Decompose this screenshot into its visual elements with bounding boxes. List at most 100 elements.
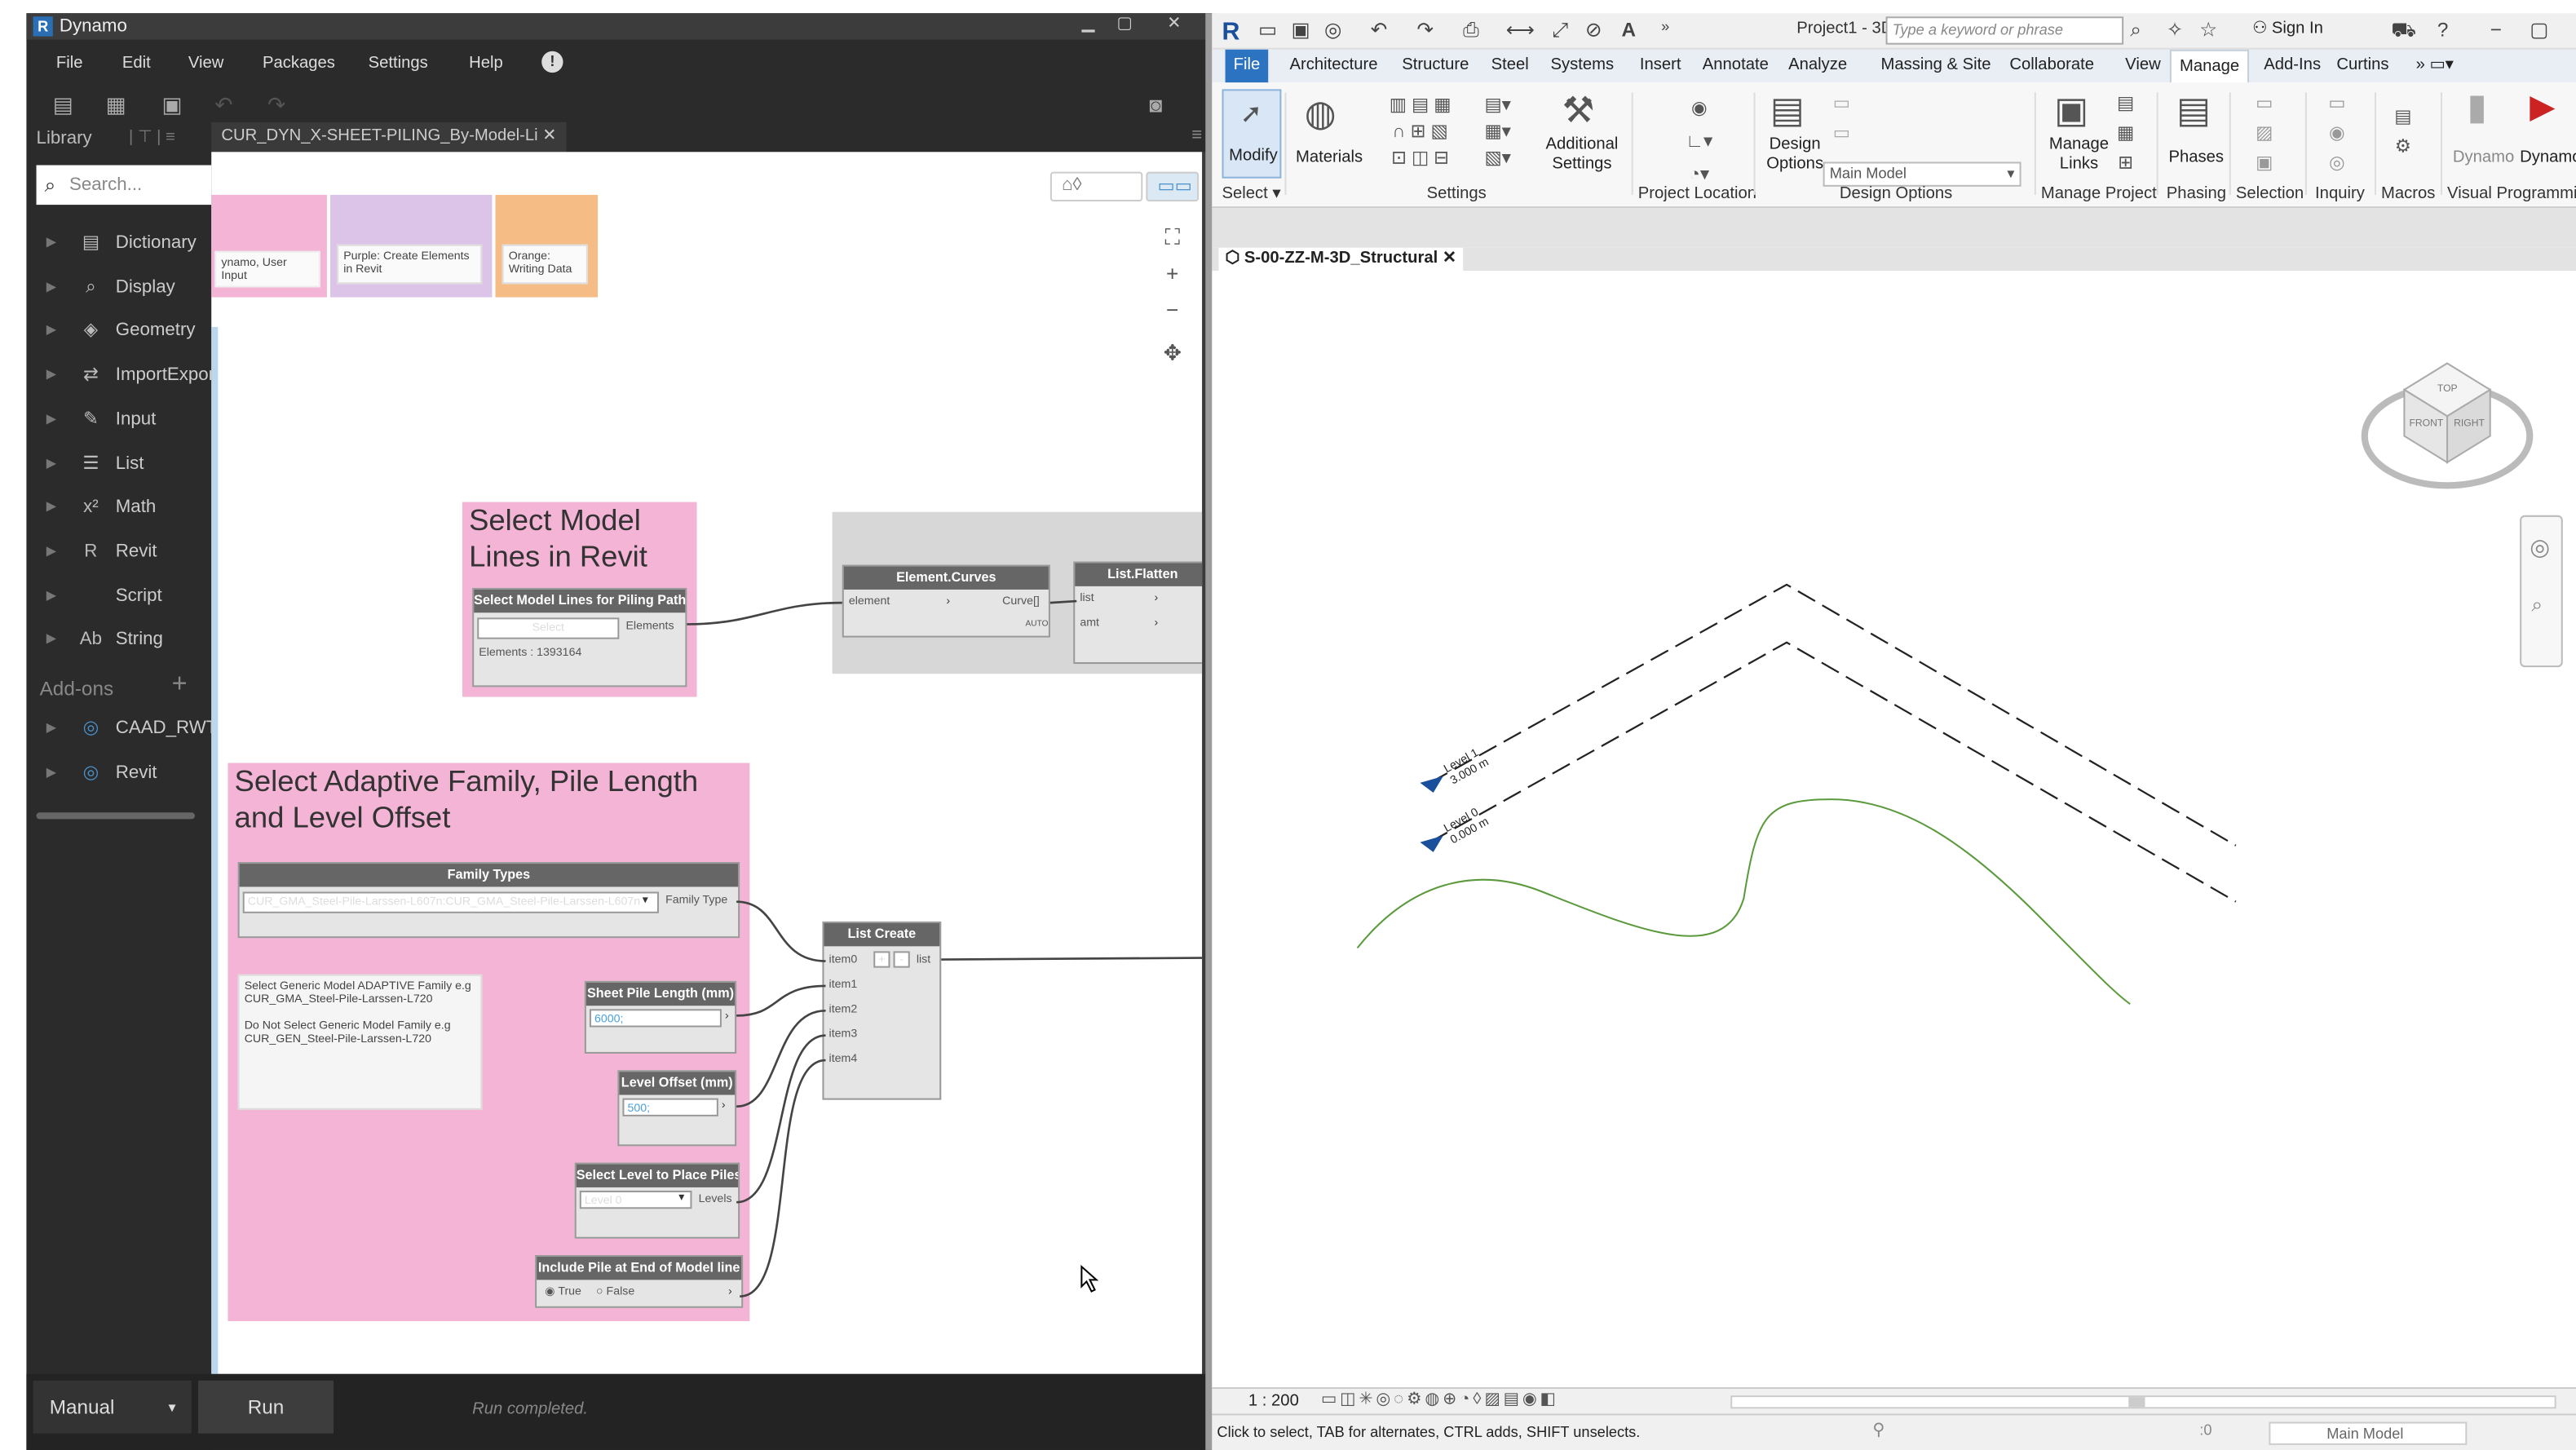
menu-edit[interactable]: Edit xyxy=(122,55,151,73)
tag-icon[interactable]: ⊘ xyxy=(1585,18,1602,41)
revit-search-input[interactable]: Type a keyword or phrase xyxy=(1885,16,2124,45)
manage-links-icon[interactable]: ▣ xyxy=(2054,89,2088,132)
ribbon-tab-collaborate[interactable]: Collaborate xyxy=(2001,50,2102,83)
run-mode-select[interactable]: Manual ▾ xyxy=(33,1380,192,1434)
level-1-marker-icon[interactable] xyxy=(1420,776,1443,794)
menu-settings[interactable]: Settings xyxy=(369,55,428,73)
menu-help[interactable]: Help xyxy=(469,55,503,73)
expand-arrow-icon[interactable]: ▶ xyxy=(46,309,56,352)
library-item-display[interactable]: ▶ ⌕ Display xyxy=(29,265,211,308)
favorites-icon[interactable]: ☆ xyxy=(2199,18,2217,41)
library-item-math[interactable]: ▶ x² Math xyxy=(29,486,211,529)
horizontal-scrollbar[interactable] xyxy=(1730,1395,2556,1409)
expand-arrow-icon[interactable]: ▶ xyxy=(46,530,56,573)
settings-dropdown-icons[interactable]: ▤▾ ▦▾ ▧▾ xyxy=(1473,92,1522,171)
close-icon[interactable]: ✕ xyxy=(1160,13,1189,36)
additional-settings-label[interactable]: Additional Settings xyxy=(1535,135,1628,175)
group-select[interactable]: Select ▾ xyxy=(1222,185,1281,203)
phases-label[interactable]: Phases xyxy=(2163,148,2229,168)
expand-arrow-icon[interactable]: ▶ xyxy=(46,265,56,308)
run-button[interactable]: Run xyxy=(198,1380,334,1434)
save-icon[interactable]: ▣ xyxy=(161,92,182,118)
undo-icon[interactable]: ↶ xyxy=(1371,18,1387,41)
inquiry-icons[interactable]: ▭ ◉ ◎ xyxy=(2328,89,2345,178)
main-model-select[interactable]: Main Model ▾ xyxy=(1823,161,2021,187)
redo-icon[interactable]: ↷ xyxy=(1416,18,1433,41)
ribbon-tab-architecture[interactable]: Architecture xyxy=(1281,50,1385,83)
undo-icon[interactable]: ↶ xyxy=(214,92,232,118)
addon-item-caad_rwth[interactable]: ▶ ◎ CAAD_RWTH xyxy=(29,707,212,750)
ribbon-tab-file[interactable]: File xyxy=(1225,49,1269,83)
binoculars-icon[interactable]: ⌕ xyxy=(2130,18,2141,42)
sign-in[interactable]: ⚇ Sign In xyxy=(2252,20,2323,38)
save-icon[interactable]: ▣ xyxy=(1292,18,1310,41)
measure-icon[interactable]: ⟷ xyxy=(1506,18,1535,41)
library-item-dictionary[interactable]: ▶ ▤ Dictionary xyxy=(29,221,211,264)
library-scrollbar[interactable] xyxy=(36,812,195,820)
library-item-revit[interactable]: ▶ R Revit xyxy=(29,530,211,573)
expand-arrow-icon[interactable]: ▶ xyxy=(46,354,56,397)
open-icon[interactable]: ▭ xyxy=(1258,18,1277,41)
tab-menu-icon[interactable]: ≡ xyxy=(1191,126,1202,145)
new-file-icon[interactable]: ▤ xyxy=(53,92,73,118)
wrench-icon[interactable]: ⚒ xyxy=(1562,89,1595,132)
help-icon[interactable]: ? xyxy=(2437,18,2449,41)
ribbon-tab-steel[interactable]: Steel xyxy=(1482,50,1536,83)
minimize-icon[interactable]: − xyxy=(2490,18,2502,41)
selection-icons[interactable]: ▭ ▨ ▣ xyxy=(2256,89,2273,178)
library-item-geometry[interactable]: ▶ ◈ Geometry xyxy=(29,309,211,352)
design-options-icon[interactable]: ▤ xyxy=(1770,89,1805,132)
library-item-script[interactable]: ▶ Script xyxy=(29,574,211,617)
macros-icons[interactable]: ▤ ⚙ xyxy=(2394,103,2411,162)
project-tools-icons[interactable]: ▤ ▦ ⊞ xyxy=(2117,89,2134,178)
close-tab-icon[interactable]: ✕ xyxy=(542,127,556,145)
dynamo-player-icon[interactable]: ▶ xyxy=(2530,86,2555,127)
revit-logo-icon[interactable]: R xyxy=(1222,18,1248,46)
redo-icon[interactable]: ↷ xyxy=(267,92,285,118)
level-0-marker-icon[interactable] xyxy=(1420,835,1443,852)
expand-arrow-icon[interactable]: ▶ xyxy=(46,618,56,661)
library-search-input[interactable]: ⌕ Search... xyxy=(36,165,212,206)
worksets-icon[interactable]: ⚲ xyxy=(1872,1422,1885,1440)
open-file-icon[interactable]: ▦ xyxy=(106,92,126,118)
steering-wheel-icon[interactable]: ◎ xyxy=(2530,533,2550,561)
notification-icon[interactable]: ! xyxy=(541,51,563,73)
expand-arrow-icon[interactable]: ▶ xyxy=(46,751,56,794)
library-item-string[interactable]: ▶ Ab String xyxy=(29,618,211,661)
menu-file[interactable]: File xyxy=(56,55,83,73)
expand-arrow-icon[interactable]: ▶ xyxy=(46,221,56,264)
ribbon-tab-add-ins[interactable]: Add-Ins xyxy=(2256,50,2329,83)
expand-arrow-icon[interactable]: ▶ xyxy=(46,574,56,617)
expand-arrow-icon[interactable]: ▶ xyxy=(46,442,56,485)
menu-packages[interactable]: Packages xyxy=(263,55,335,73)
zoom-icon[interactable]: ⌕ xyxy=(2531,593,2543,617)
library-item-importexport[interactable]: ▶ ⇄ ImportExport xyxy=(29,354,212,397)
text-icon[interactable]: A xyxy=(1622,18,1637,41)
location-icons[interactable]: ◉ ∟▾ ◔▾ xyxy=(1674,92,1724,192)
addon-item-revit[interactable]: ▶ ◎ Revit xyxy=(29,751,211,794)
settings-icons-grid[interactable]: ▥ ▤ ▦ ∩ ⊞ ▧ ⊡ ◫ ⊟ xyxy=(1371,92,1470,171)
viewcube[interactable]: TOP FRONT RIGHT xyxy=(2361,362,2534,489)
view-control-icons[interactable]: ▭◫✳◎◌⚙◍⊕◔◊▨▤◉◧ xyxy=(1321,1390,1559,1408)
ribbon-tab-massing-site[interactable]: Massing & Site xyxy=(1872,50,1999,83)
cart-icon[interactable]: ⛟ xyxy=(2391,18,2416,44)
ribbon-overflow-icon[interactable]: » ▭▾ xyxy=(2407,50,2461,83)
ribbon-tab-manage[interactable]: Manage xyxy=(2169,49,2250,83)
ribbon-tab-analyze[interactable]: Analyze xyxy=(1780,50,1855,83)
sync-icon[interactable]: ◎ xyxy=(1324,18,1341,41)
dynamo-icon[interactable]: ▮ xyxy=(2467,86,2487,129)
maximize-icon[interactable]: ▢ xyxy=(2530,18,2548,41)
expand-arrow-icon[interactable]: ▶ xyxy=(46,398,56,441)
view-scale[interactable]: 1 : 200 xyxy=(1248,1392,1299,1410)
workspace-tab[interactable]: CUR_DYN_X-SHEET-PILING_By-Model-Li ✕ xyxy=(211,122,567,153)
menu-view[interactable]: View xyxy=(188,55,224,73)
manage-links-label[interactable]: Manage Links xyxy=(2041,135,2117,175)
phases-icon[interactable]: ▤ xyxy=(2176,89,2211,132)
ribbon-tab-systems[interactable]: Systems xyxy=(1542,50,1622,83)
dimension-icon[interactable]: ⤢ xyxy=(1553,18,1568,42)
ribbon-tab-annotate[interactable]: Annotate xyxy=(1695,50,1777,83)
ribbon-tab-curtins[interactable]: Curtins xyxy=(2328,50,2397,83)
library-item-list[interactable]: ▶ ☰ List xyxy=(29,442,211,485)
communication-icon[interactable]: ✧ xyxy=(2167,18,2183,41)
design-options-label[interactable]: Design Options xyxy=(1757,135,1833,175)
